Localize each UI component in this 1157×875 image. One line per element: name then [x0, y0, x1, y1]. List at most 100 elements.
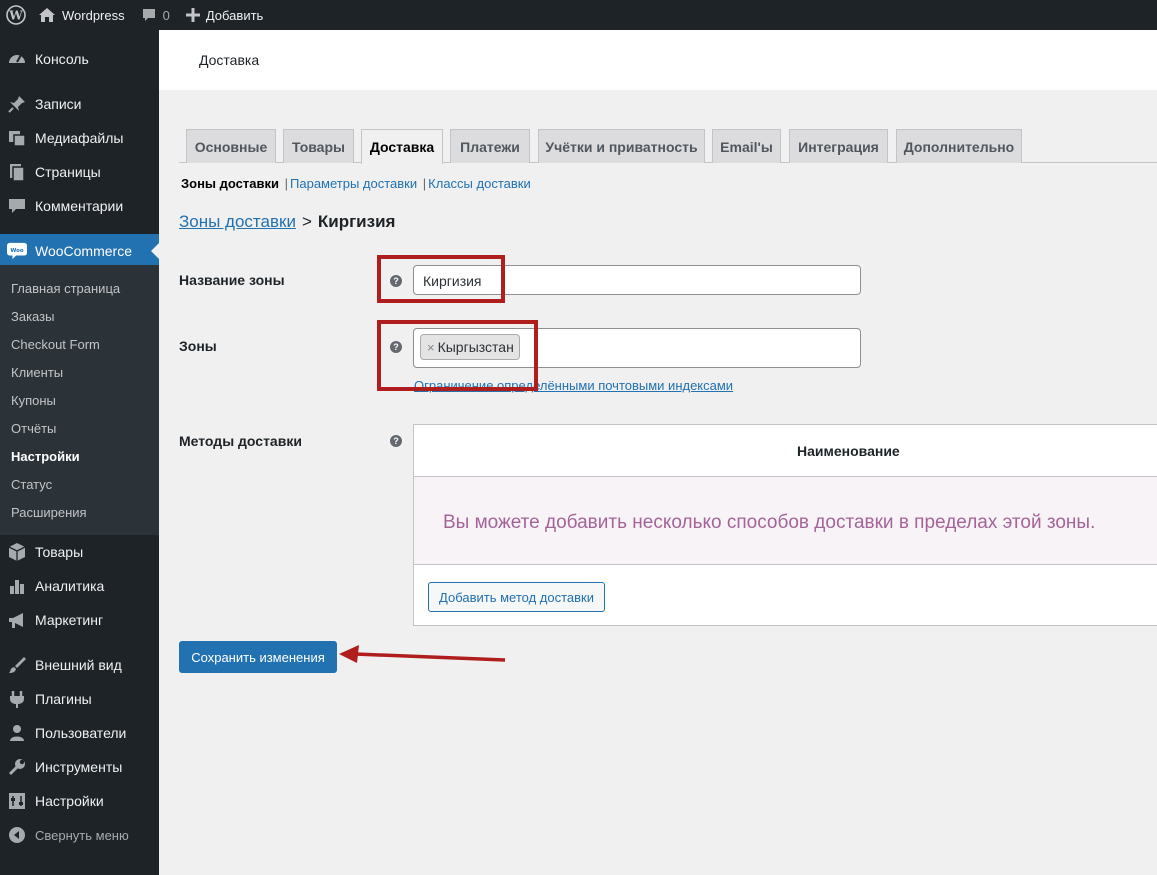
menu-label: WooCommerce [35, 243, 132, 259]
bar-chart-icon [7, 576, 27, 596]
tab-shipping[interactable]: Доставка [361, 129, 443, 164]
pin-icon [7, 94, 27, 114]
empty-methods-row: Вы можете добавить несколько способов до… [414, 477, 1157, 565]
menu-item-marketing[interactable]: Маркетинг [0, 603, 159, 637]
menu-label: Инструменты [35, 759, 123, 775]
subnav-separator: | [422, 176, 427, 191]
menu-label: Товары [35, 544, 84, 560]
breadcrumb-separator: > [301, 212, 312, 231]
zone-name-label: Название зоны [179, 272, 285, 288]
submenu-item-status[interactable]: Статус [11, 475, 52, 495]
wordpress-icon: W [6, 5, 26, 25]
tab-advanced[interactable]: Дополнительно [896, 129, 1022, 163]
media-icon [7, 128, 27, 148]
collapse-label: Свернуть меню [35, 827, 129, 843]
brush-icon [7, 655, 27, 675]
subnav-shipping-zones[interactable]: Зоны доставки [181, 176, 279, 191]
menu-item-woocommerce[interactable]: Woo WooCommerce [0, 234, 159, 268]
add-shipping-method-button[interactable]: Добавить метод доставки [428, 582, 605, 612]
menu-item-appearance[interactable]: Внешний вид [0, 648, 159, 682]
plus-icon [185, 8, 200, 22]
shipping-methods-label: Методы доставки [179, 433, 302, 449]
subnav-separator: | [284, 176, 289, 191]
subnav-shipping-classes[interactable]: Классы доставки [428, 176, 531, 191]
menu-label: Внешний вид [35, 657, 122, 673]
tab-payments[interactable]: Платежи [450, 129, 530, 163]
collapse-menu-button[interactable]: Свернуть меню [0, 818, 159, 852]
submenu-item-reports[interactable]: Отчёты [11, 419, 56, 439]
menu-label: Пользователи [35, 725, 127, 741]
menu-label: Консоль [35, 51, 89, 67]
pages-icon [7, 162, 27, 182]
menu-item-users[interactable]: Пользователи [0, 716, 159, 750]
menu-label: Аналитика [35, 578, 105, 594]
submenu-item-checkout-form[interactable]: Checkout Form [11, 335, 100, 355]
menu-item-dashboard[interactable]: Консоль [0, 42, 159, 76]
user-icon [7, 723, 27, 743]
box-icon [7, 542, 27, 562]
menu-item-media[interactable]: Медиафайлы [0, 121, 159, 155]
shipping-subnav: Зоны доставки | Параметры доставки | Класс… [181, 176, 531, 191]
comment-icon [142, 9, 155, 21]
comment-icon [7, 196, 27, 216]
breadcrumb-shipping-zones-link[interactable]: Зоны доставки [179, 212, 296, 231]
menu-label: Комментарии [35, 198, 124, 214]
woo-icon: Woo [7, 241, 27, 261]
site-name: Wordpress [62, 7, 125, 23]
menu-label: Записи [35, 96, 82, 112]
menu-item-tools[interactable]: Инструменты [0, 750, 159, 784]
comments-count: 0 [162, 7, 170, 23]
annotation-highlight-box [377, 255, 505, 303]
tab-products[interactable]: Товары [283, 129, 354, 163]
menu-label: Страницы [35, 164, 101, 180]
menu-item-settings[interactable]: Настройки [0, 784, 159, 818]
tab-integration[interactable]: Интеграция [789, 129, 888, 163]
tab-accounts-privacy[interactable]: Учётки и приватность [538, 129, 705, 163]
wordpress-logo-button[interactable]: W [0, 0, 34, 30]
plug-icon [7, 689, 27, 709]
submenu-item-extensions[interactable]: Расширения [11, 503, 87, 523]
svg-text:Woo: Woo [10, 248, 24, 254]
annotation-highlight-box [377, 320, 538, 391]
home-icon [39, 8, 55, 22]
tab-general[interactable]: Основные [186, 129, 276, 163]
submenu-item-orders[interactable]: Заказы [11, 307, 54, 327]
site-name-link[interactable]: Wordpress [34, 0, 133, 30]
collapse-icon [7, 825, 27, 845]
megaphone-icon [7, 610, 27, 630]
menu-label: Настройки [35, 793, 104, 809]
page-title: Доставка [199, 52, 260, 68]
tab-emails[interactable]: Email'ы [712, 129, 781, 163]
submenu-item-customers[interactable]: Клиенты [11, 363, 63, 383]
submenu-item-settings[interactable]: Настройки [11, 447, 80, 467]
menu-item-analytics[interactable]: Аналитика [0, 569, 159, 603]
comments-link[interactable]: 0 [133, 0, 178, 30]
admin-sidebar: Консоль Записи Медиафайлы Страницы Комме… [0, 30, 159, 875]
dashboard-icon [7, 49, 27, 69]
shipping-methods-table: Наименование Вы можете добавить нескольк… [413, 424, 1157, 626]
help-icon: ? [390, 435, 402, 447]
breadcrumb-current: Киргизия [317, 212, 396, 231]
wrench-icon [7, 757, 27, 777]
add-new-link[interactable]: Добавить [178, 0, 271, 30]
menu-item-products[interactable]: Товары [0, 535, 159, 569]
subnav-shipping-options[interactable]: Параметры доставки [290, 176, 417, 191]
menu-item-pages[interactable]: Страницы [0, 155, 159, 189]
empty-methods-message: Вы можете добавить несколько способов до… [443, 512, 1096, 533]
table-header: Наименование [414, 425, 1157, 477]
woocommerce-submenu: Главная страница Заказы Checkout Form Кл… [0, 265, 159, 535]
page-header: Доставка [159, 30, 1157, 90]
save-changes-button[interactable]: Сохранить изменения [179, 641, 337, 673]
column-title: Наименование [797, 443, 900, 459]
add-new-label: Добавить [205, 7, 264, 23]
submenu-item-home[interactable]: Главная страница [11, 279, 120, 299]
zone-regions-label: Зоны [179, 338, 217, 354]
submenu-item-coupons[interactable]: Купоны [11, 391, 56, 411]
breadcrumb: Зоны доставки > Киргизия [179, 212, 395, 232]
menu-item-comments[interactable]: Комментарии [0, 189, 159, 223]
menu-item-posts[interactable]: Записи [0, 87, 159, 121]
menu-item-plugins[interactable]: Плагины [0, 682, 159, 716]
menu-label: Плагины [35, 691, 92, 707]
menu-label: Маркетинг [35, 612, 104, 628]
settings-icon [7, 791, 27, 811]
